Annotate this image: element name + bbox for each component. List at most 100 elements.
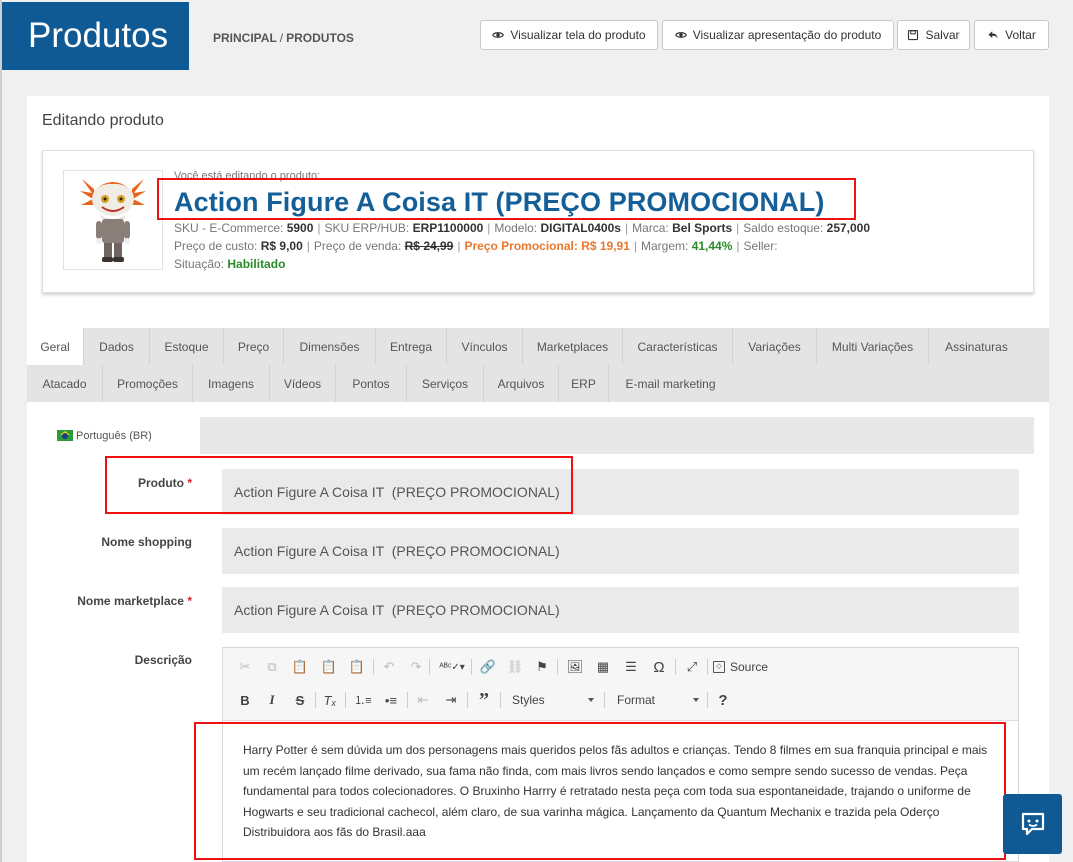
remove-format-icon[interactable]: Tₓ bbox=[320, 690, 340, 710]
bold-icon[interactable]: B bbox=[235, 690, 255, 710]
nome-shopping-input[interactable] bbox=[222, 528, 1019, 574]
link-icon[interactable]: 🔗 bbox=[478, 657, 498, 677]
tab-servicos[interactable]: Serviços bbox=[407, 365, 484, 402]
tab-variacoes[interactable]: Variações bbox=[733, 328, 817, 365]
blockquote-icon[interactable]: ” bbox=[474, 689, 494, 711]
tab-estoque[interactable]: Estoque bbox=[150, 328, 224, 365]
chat-icon bbox=[1021, 812, 1044, 836]
back-button[interactable]: Voltar bbox=[974, 20, 1049, 50]
editing-note: Você está editando o produto: bbox=[174, 170, 321, 182]
tab-vinculos[interactable]: Vínculos bbox=[447, 328, 523, 365]
language-bar: Português (BR) bbox=[57, 417, 1034, 454]
left-border bbox=[0, 0, 2, 862]
maximize-icon[interactable]: ⤢ bbox=[682, 657, 702, 677]
source-button[interactable]: ◇ Source bbox=[713, 657, 783, 677]
copy-icon[interactable]: ⧉ bbox=[262, 657, 282, 677]
status-value: Habilitado bbox=[227, 257, 286, 271]
toolbar-separator bbox=[707, 659, 708, 675]
spellcheck-icon[interactable]: ᴬᴮᶜ✓▾ bbox=[437, 657, 467, 677]
tab-dados[interactable]: Dados bbox=[84, 328, 150, 365]
margin-label: Margem: bbox=[641, 239, 689, 253]
eye-icon bbox=[674, 32, 687, 38]
chat-widget-button[interactable] bbox=[1003, 794, 1062, 854]
status-label: Situação: bbox=[174, 257, 225, 271]
chevron-down-icon bbox=[588, 698, 594, 702]
cost-value: R$ 9,00 bbox=[260, 239, 303, 253]
save-button[interactable]: Salvar bbox=[897, 20, 970, 50]
produto-label: Produto * bbox=[42, 476, 192, 490]
toolbar-separator bbox=[315, 692, 316, 708]
tab-erp[interactable]: ERP bbox=[559, 365, 609, 402]
view-product-screen-label: Visualizar tela do produto bbox=[510, 28, 646, 42]
brazil-flag-icon bbox=[57, 430, 73, 441]
cut-icon[interactable]: ✂ bbox=[235, 657, 255, 677]
produto-input[interactable] bbox=[222, 469, 1019, 515]
nome-marketplace-input[interactable] bbox=[222, 587, 1019, 633]
numbered-list-icon[interactable]: ⒈≡ bbox=[353, 690, 373, 710]
stock-value: 257,000 bbox=[826, 221, 871, 235]
tab-geral[interactable]: Geral bbox=[27, 328, 84, 365]
special-char-icon[interactable]: Ω bbox=[649, 657, 669, 677]
view-product-presentation-button[interactable]: Visualizar apresentação do produto bbox=[662, 20, 894, 50]
tab-assinaturas[interactable]: Assinaturas bbox=[929, 328, 1024, 365]
editor-content[interactable]: Harry Potter é sem dúvida um dos persona… bbox=[243, 740, 1003, 843]
language-tab-pt-br[interactable]: Português (BR) bbox=[57, 417, 200, 454]
breadcrumb: PRINCIPAL / PRODUTOS bbox=[213, 31, 354, 45]
margin-value: 41,44% bbox=[691, 239, 733, 253]
styles-dropdown[interactable]: Styles bbox=[506, 690, 598, 710]
anchor-flag-icon[interactable]: ⚑ bbox=[532, 657, 552, 677]
format-dropdown[interactable]: Format bbox=[611, 690, 703, 710]
brand-label: Marca: bbox=[632, 221, 669, 235]
breadcrumb-produtos: PRODUTOS bbox=[286, 31, 354, 45]
paste-word-icon[interactable]: 📋 bbox=[347, 657, 367, 677]
tab-caracteristicas[interactable]: Características bbox=[623, 328, 733, 365]
redo-icon[interactable]: ↷ bbox=[406, 657, 426, 677]
paste-icon[interactable]: 📋 bbox=[290, 657, 310, 677]
cost-label: Preço de custo: bbox=[174, 239, 258, 253]
model-label: Modelo: bbox=[494, 221, 538, 235]
tab-marketplaces[interactable]: Marketplaces bbox=[523, 328, 623, 365]
format-label: Format bbox=[617, 693, 656, 707]
indent-icon[interactable]: ⇥ bbox=[441, 690, 461, 710]
sku-erp-label: SKU ERP/HUB: bbox=[324, 221, 410, 235]
help-icon[interactable]: ? bbox=[713, 690, 733, 710]
breadcrumb-principal[interactable]: PRINCIPAL bbox=[213, 31, 277, 45]
tab-atacado[interactable]: Atacado bbox=[27, 365, 103, 402]
outdent-icon[interactable]: ⇤ bbox=[413, 690, 433, 710]
chevron-down-icon bbox=[693, 698, 699, 702]
view-product-screen-button[interactable]: Visualizar tela do produto bbox=[480, 20, 658, 50]
table-icon[interactable]: ▦ bbox=[593, 657, 613, 677]
model-value: DIGITAL0400s bbox=[540, 221, 621, 235]
tab-imagens[interactable]: Imagens bbox=[193, 365, 270, 402]
tab-arquivos[interactable]: Arquivos bbox=[484, 365, 559, 402]
tab-entrega[interactable]: Entrega bbox=[376, 328, 447, 365]
card-title: Editando produto bbox=[42, 112, 164, 129]
tab-dimensoes[interactable]: Dimensões bbox=[284, 328, 376, 365]
toolbar-separator bbox=[345, 692, 346, 708]
save-label: Salvar bbox=[925, 28, 960, 42]
product-thumbnail bbox=[63, 170, 163, 270]
reply-arrow-icon bbox=[988, 31, 998, 39]
stock-label: Saldo estoque: bbox=[743, 221, 824, 235]
editor-toolbar: ✂ ⧉ 📋 📋 📋 ↶ ↷ ᴬᴮᶜ✓▾ 🔗 ⛓ ⚑ 🖼 ▦ ☰ Ω ⤢ ◇ So bbox=[223, 648, 1018, 721]
tab-videos[interactable]: Vídeos bbox=[270, 365, 336, 402]
bulleted-list-icon[interactable]: •≡ bbox=[381, 690, 401, 710]
strikethrough-icon[interactable]: S bbox=[290, 690, 310, 710]
tab-promocoes[interactable]: Promoções bbox=[103, 365, 193, 402]
unlink-icon[interactable]: ⛓ bbox=[505, 657, 525, 677]
horizontal-rule-icon[interactable]: ☰ bbox=[621, 657, 641, 677]
paste-text-icon[interactable]: 📋 bbox=[319, 657, 339, 677]
tab-email-marketing[interactable]: E-mail marketing bbox=[609, 365, 732, 402]
toolbar-separator bbox=[557, 659, 558, 675]
language-label: Português (BR) bbox=[76, 429, 152, 442]
nome-shopping-label: Nome shopping bbox=[101, 535, 192, 549]
eye-icon bbox=[492, 32, 505, 38]
tab-pontos[interactable]: Pontos bbox=[336, 365, 407, 402]
italic-icon[interactable]: I bbox=[262, 690, 282, 710]
undo-icon[interactable]: ↶ bbox=[379, 657, 399, 677]
tab-multi-variacoes[interactable]: Multi Variações bbox=[817, 328, 929, 365]
image-icon[interactable]: 🖼 bbox=[565, 657, 585, 677]
toolbar-separator bbox=[707, 692, 708, 708]
tab-preco[interactable]: Preço bbox=[224, 328, 284, 365]
product-meta-row-2: Preço de custo: R$ 9,00 | Preço de venda: … bbox=[174, 239, 778, 253]
